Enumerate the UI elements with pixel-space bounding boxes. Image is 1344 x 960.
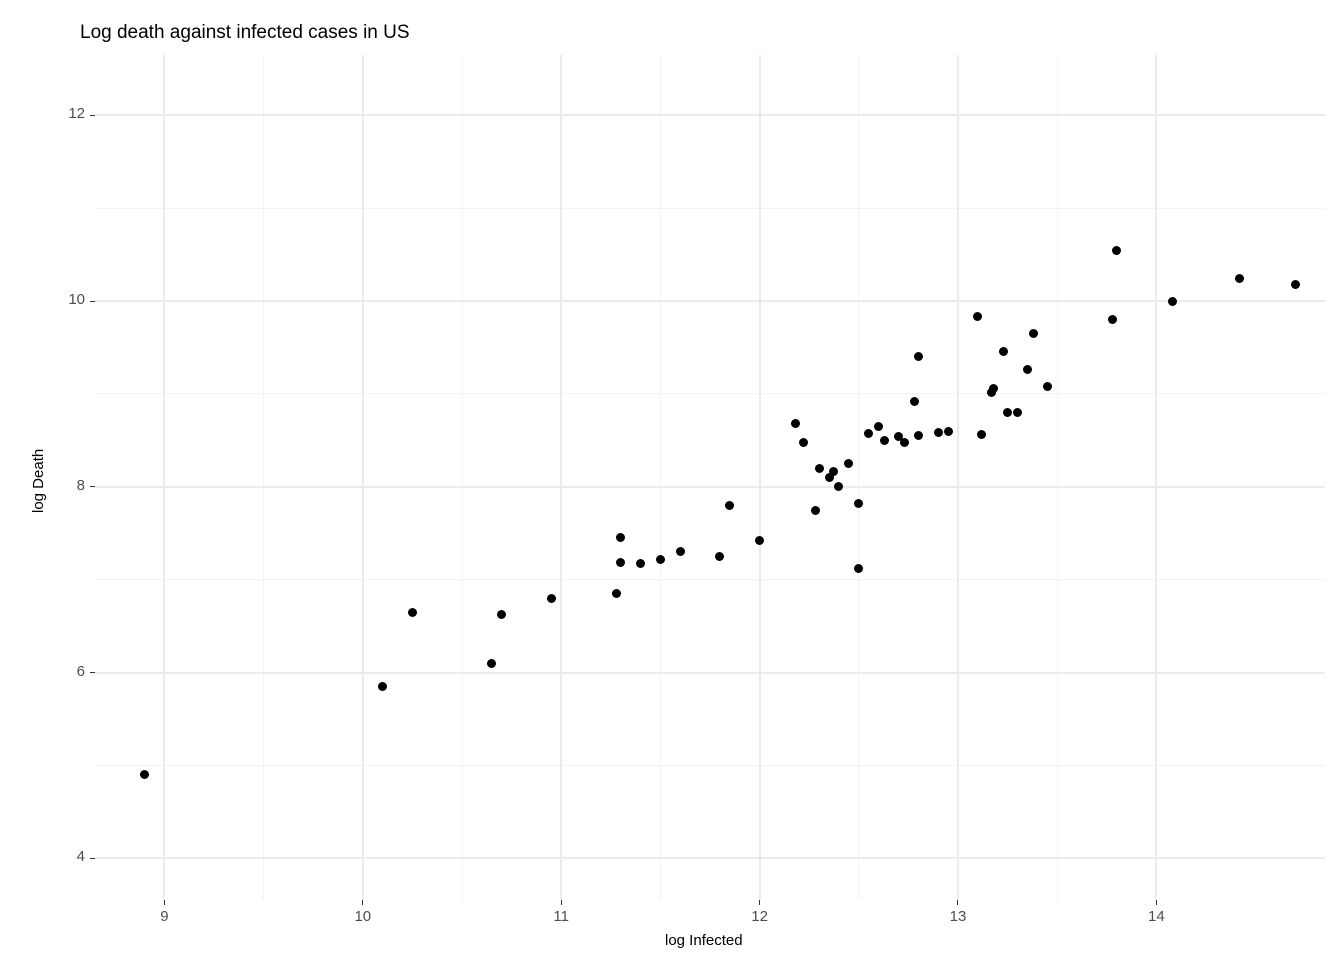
x-major-grid — [362, 55, 364, 900]
y-major-grid — [95, 300, 1325, 302]
x-tick-label: 14 — [1136, 908, 1176, 925]
x-tick-label: 12 — [740, 908, 780, 925]
x-tick-label: 10 — [343, 908, 383, 925]
x-tick — [759, 900, 760, 905]
data-point — [944, 427, 953, 436]
y-minor-grid — [95, 208, 1325, 209]
x-minor-grid — [462, 55, 463, 900]
data-point — [1168, 297, 1177, 306]
y-tick-label: 12 — [50, 105, 85, 122]
y-major-grid — [95, 486, 1325, 488]
data-point — [791, 419, 800, 428]
x-tick — [164, 900, 165, 905]
y-tick-label: 6 — [50, 663, 85, 680]
data-point — [1013, 408, 1022, 417]
x-major-grid — [759, 55, 761, 900]
data-point — [1291, 280, 1300, 289]
x-minor-grid — [263, 55, 264, 900]
chart-title: Log death against infected cases in US — [80, 22, 410, 44]
y-tick — [90, 115, 95, 116]
y-axis-title: log Death — [30, 448, 47, 512]
data-point — [547, 594, 556, 603]
data-point — [999, 347, 1008, 356]
data-point — [900, 438, 909, 447]
x-axis-title: log Infected — [665, 932, 743, 949]
x-tick — [1156, 900, 1157, 905]
scatter-chart: Log death against infected cases in US l… — [0, 0, 1344, 960]
data-point — [874, 422, 883, 431]
x-minor-grid — [660, 55, 661, 900]
data-point — [487, 659, 496, 668]
y-tick-label: 4 — [50, 848, 85, 865]
y-minor-grid — [95, 579, 1325, 580]
data-point — [829, 467, 838, 476]
x-major-grid — [957, 55, 959, 900]
data-point — [1003, 408, 1012, 417]
x-tick — [561, 900, 562, 905]
y-tick — [90, 672, 95, 673]
x-major-grid — [1155, 55, 1157, 900]
y-major-grid — [95, 672, 1325, 674]
data-point — [1112, 246, 1121, 255]
y-tick-label: 10 — [50, 291, 85, 308]
y-tick — [90, 858, 95, 859]
x-tick-label: 11 — [541, 908, 581, 925]
data-point — [914, 431, 923, 440]
plot-panel — [95, 55, 1325, 900]
data-point — [408, 608, 417, 617]
data-point — [910, 397, 919, 406]
data-point — [989, 384, 998, 393]
y-tick — [90, 486, 95, 487]
y-tick — [90, 301, 95, 302]
x-minor-grid — [858, 55, 859, 900]
y-major-grid — [95, 857, 1325, 859]
x-tick — [957, 900, 958, 905]
data-point — [811, 506, 820, 515]
y-major-grid — [95, 114, 1325, 116]
y-tick-label: 8 — [50, 477, 85, 494]
data-point — [1029, 329, 1038, 338]
data-point — [799, 438, 808, 447]
data-point — [1043, 382, 1052, 391]
x-tick-label: 13 — [938, 908, 978, 925]
x-major-grid — [560, 55, 562, 900]
x-tick — [362, 900, 363, 905]
data-point — [656, 555, 665, 564]
data-point — [378, 682, 387, 691]
y-minor-grid — [95, 393, 1325, 394]
data-point — [676, 547, 685, 556]
data-point — [880, 436, 889, 445]
data-point — [815, 464, 824, 473]
x-tick-label: 9 — [144, 908, 184, 925]
y-minor-grid — [95, 765, 1325, 766]
x-major-grid — [163, 55, 165, 900]
x-minor-grid — [1057, 55, 1058, 900]
